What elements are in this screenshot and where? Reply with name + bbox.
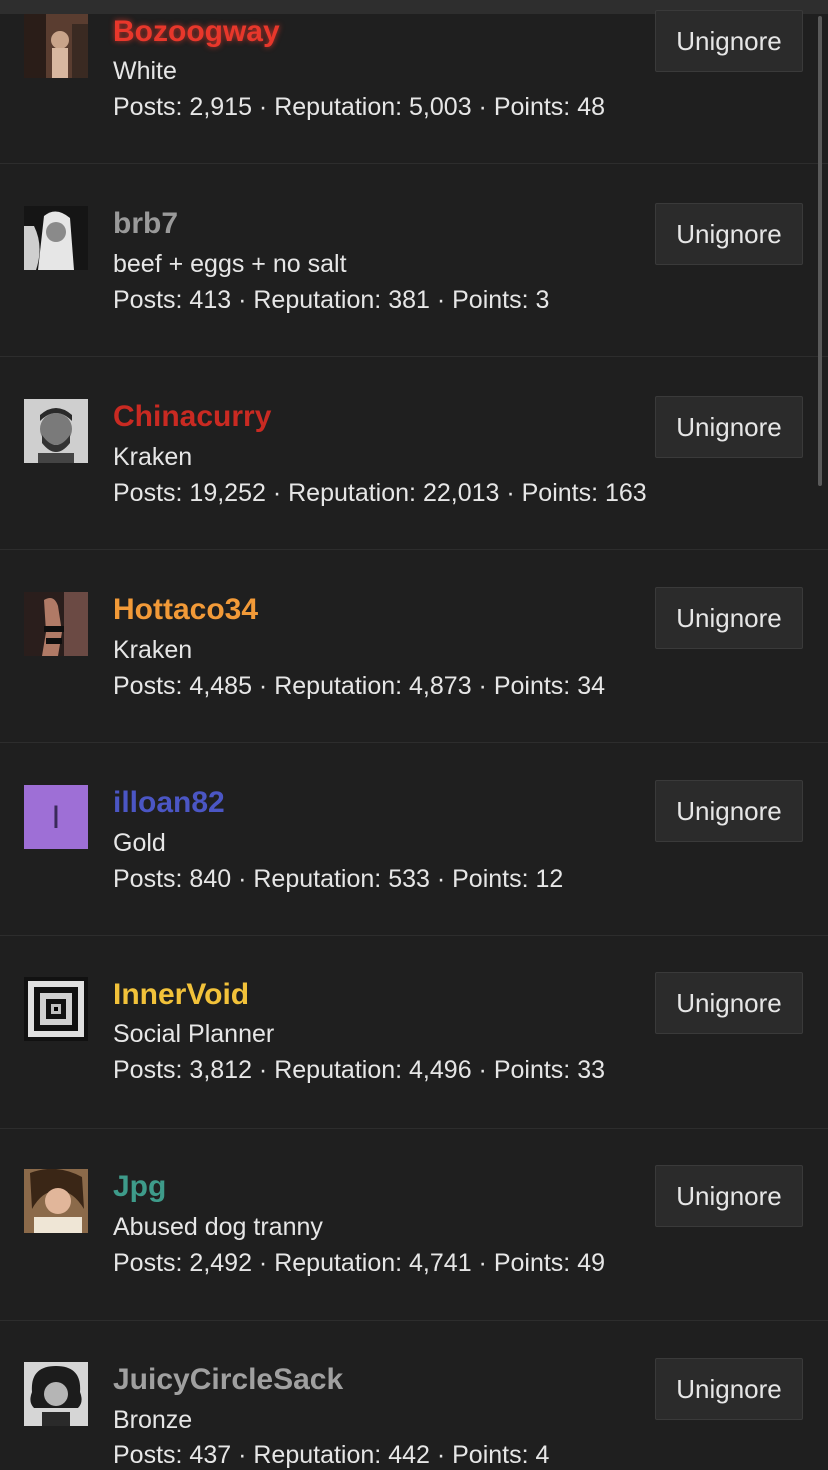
user-stats: Posts: 19,252 · Reputation: 22,013 · Poi… bbox=[113, 479, 647, 507]
posts-count: 413 bbox=[189, 286, 232, 314]
reputation-count: 4,873 bbox=[409, 672, 472, 700]
username[interactable]: illoan82 bbox=[113, 785, 225, 821]
avatar[interactable] bbox=[24, 977, 88, 1041]
points-count: 12 bbox=[535, 865, 564, 893]
list-item: brb7 beef + eggs + no salt Posts: 413 · … bbox=[0, 165, 828, 357]
unignore-button[interactable]: Unignore bbox=[655, 972, 803, 1034]
posts-count: 2,915 bbox=[189, 93, 252, 121]
user-stats: Posts: 413 · Reputation: 381 · Points: 3 bbox=[113, 286, 550, 314]
user-title: beef + eggs + no salt bbox=[113, 250, 347, 278]
reputation-count: 4,496 bbox=[409, 1056, 472, 1084]
points-count: 49 bbox=[577, 1249, 605, 1277]
posts-count: 3,812 bbox=[189, 1056, 252, 1084]
list-item: Bozoogway White Posts: 2,915 · Reputatio… bbox=[0, 0, 828, 164]
avatar-letter: I bbox=[51, 799, 61, 835]
list-item: Hottaco34 Kraken Posts: 4,485 · Reputati… bbox=[0, 551, 828, 743]
unignore-button[interactable]: Unignore bbox=[655, 1165, 803, 1227]
avatar[interactable] bbox=[24, 1169, 88, 1233]
list-item: Jpg Abused dog tranny Posts: 2,492 · Rep… bbox=[0, 1129, 828, 1321]
avatar[interactable] bbox=[24, 592, 88, 656]
scrollbar[interactable] bbox=[818, 16, 822, 486]
unignore-button[interactable]: Unignore bbox=[655, 587, 803, 649]
avatar[interactable] bbox=[24, 14, 88, 78]
unignore-button[interactable]: Unignore bbox=[655, 396, 803, 458]
points-count: 33 bbox=[577, 1056, 605, 1084]
posts-count: 19,252 bbox=[189, 479, 266, 507]
unignore-button[interactable]: Unignore bbox=[655, 10, 803, 72]
points-count: 34 bbox=[577, 672, 605, 700]
points-count: 48 bbox=[577, 93, 605, 121]
username[interactable]: brb7 bbox=[113, 206, 178, 242]
posts-count: 4,485 bbox=[189, 672, 252, 700]
user-title: Abused dog tranny bbox=[113, 1213, 323, 1241]
reputation-count: 22,013 bbox=[422, 479, 500, 507]
points-count: 3 bbox=[535, 286, 550, 314]
unignore-button[interactable]: Unignore bbox=[655, 780, 803, 842]
user-title: Social Planner bbox=[113, 1020, 275, 1048]
username[interactable]: Chinacurry bbox=[113, 399, 271, 435]
list-item: JuicyCircleSack Bronze Posts: 437 · Repu… bbox=[0, 1322, 828, 1469]
list-item: InnerVoid Social Planner Posts: 3,812 · … bbox=[0, 937, 828, 1129]
unignore-button[interactable]: Unignore bbox=[655, 203, 803, 265]
username[interactable]: Hottaco34 bbox=[113, 592, 258, 628]
avatar[interactable]: I bbox=[24, 785, 88, 849]
posts-count: 2,492 bbox=[189, 1249, 252, 1277]
avatar[interactable] bbox=[24, 206, 88, 270]
username[interactable]: Bozoogway bbox=[113, 14, 280, 50]
unignore-button[interactable]: Unignore bbox=[655, 1358, 803, 1420]
user-title: White bbox=[113, 57, 177, 85]
points-count: 163 bbox=[605, 479, 647, 507]
reputation-count: 4,741 bbox=[409, 1249, 472, 1277]
user-title: Gold bbox=[113, 829, 166, 857]
user-stats: Posts: 2,915 · Reputation: 5,003 · Point… bbox=[113, 93, 605, 121]
reputation-count: 381 bbox=[388, 286, 430, 314]
user-stats: Posts: 2,492 · Reputation: 4,741 · Point… bbox=[113, 1249, 605, 1277]
avatar[interactable] bbox=[24, 399, 88, 463]
username[interactable]: JuicyCircleSack bbox=[113, 1362, 343, 1398]
username[interactable]: InnerVoid bbox=[113, 977, 249, 1013]
reputation-count: 5,003 bbox=[409, 93, 472, 121]
user-stats: Posts: 4,485 · Reputation: 4,873 · Point… bbox=[113, 672, 605, 700]
list-item: I illoan82 Gold Posts: 840 · Reputation:… bbox=[0, 744, 828, 936]
posts-count: 840 bbox=[189, 865, 232, 893]
username[interactable]: Jpg bbox=[113, 1169, 166, 1205]
user-title: Kraken bbox=[113, 636, 193, 664]
avatar[interactable] bbox=[24, 1362, 88, 1426]
reputation-count: 533 bbox=[388, 865, 430, 893]
user-title: Bronze bbox=[113, 1406, 193, 1434]
list-item: Chinacurry Kraken Posts: 19,252 · Reputa… bbox=[0, 358, 828, 550]
user-stats: Posts: 437 · Reputation: 442 · Points: 4 bbox=[113, 1441, 550, 1469]
user-stats: Posts: 840 · Reputation: 533 · Points: 1… bbox=[113, 865, 564, 893]
points-count: 4 bbox=[535, 1441, 550, 1469]
user-title: Kraken bbox=[113, 443, 193, 471]
user-stats: Posts: 3,812 · Reputation: 4,496 · Point… bbox=[113, 1056, 605, 1084]
posts-count: 437 bbox=[189, 1441, 232, 1469]
reputation-count: 442 bbox=[388, 1441, 430, 1469]
